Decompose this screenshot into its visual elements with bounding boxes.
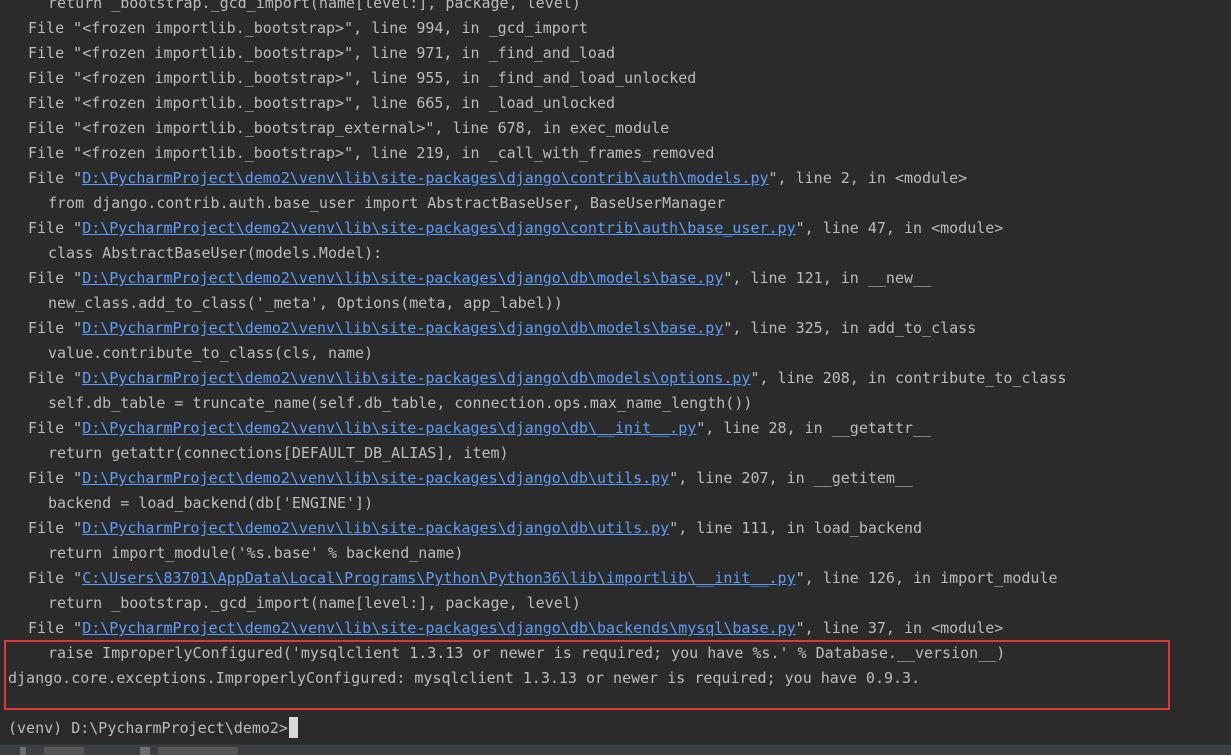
- code-text: return getattr(connections[DEFAULT_DB_AL…: [48, 444, 509, 462]
- file-path-link[interactable]: D:\PycharmProject\demo2\venv\lib\site-pa…: [82, 369, 750, 387]
- toolbar-fragment: [44, 747, 84, 755]
- terminal-output: return _bootstrap._gcd_import(name[level…: [0, 0, 1231, 741]
- traceback-line: return _bootstrap._gcd_import(name[level…: [8, 0, 1231, 16]
- traceback-line: File "<frozen importlib._bootstrap>", li…: [8, 141, 1231, 166]
- traceback-line: self.db_table = truncate_name(self.db_ta…: [8, 391, 1231, 416]
- code-text: return import_module('%s.base' % backend…: [48, 544, 464, 562]
- file-location: ", line 325, in add_to_class: [723, 319, 977, 337]
- traceback-line: return _bootstrap._gcd_import(name[level…: [8, 591, 1231, 616]
- code-text: value.contribute_to_class(cls, name): [48, 344, 374, 362]
- traceback-line: value.contribute_to_class(cls, name): [8, 341, 1231, 366]
- file-prefix: File ": [28, 569, 83, 587]
- file-prefix: File ": [28, 94, 83, 112]
- file-prefix: File ": [28, 44, 83, 62]
- file-path: <frozen importlib._bootstrap_external>: [82, 119, 426, 137]
- file-location: ", line 207, in __getitem__: [669, 469, 914, 487]
- traceback-line: File "D:\PycharmProject\demo2\venv\lib\s…: [8, 466, 1231, 491]
- code-text: from django.contrib.auth.base_user impor…: [48, 194, 726, 212]
- toolbar-fragment: [158, 747, 238, 755]
- file-path-link[interactable]: D:\PycharmProject\demo2\venv\lib\site-pa…: [82, 219, 795, 237]
- file-prefix: File ": [28, 69, 83, 87]
- traceback-line: File "D:\PycharmProject\demo2\venv\lib\s…: [8, 216, 1231, 241]
- file-prefix: File ": [28, 169, 83, 187]
- file-prefix: File ": [28, 219, 83, 237]
- file-path-link[interactable]: D:\PycharmProject\demo2\venv\lib\site-pa…: [82, 269, 723, 287]
- error-highlight-box: [4, 640, 1170, 710]
- file-location: ", line 678, in exec_module: [425, 119, 670, 137]
- file-path: <frozen importlib._bootstrap>: [82, 144, 345, 162]
- traceback-line: File "D:\PycharmProject\demo2\venv\lib\s…: [8, 266, 1231, 291]
- traceback-line: class AbstractBaseUser(models.Model):: [8, 241, 1231, 266]
- file-path-link[interactable]: D:\PycharmProject\demo2\venv\lib\site-pa…: [82, 469, 669, 487]
- file-location: ", line 665, in _load_unlocked: [344, 94, 616, 112]
- toolbar-fragment: [20, 747, 26, 755]
- prompt-text: (venv) D:\PycharmProject\demo2>: [8, 719, 288, 737]
- file-path-link[interactable]: C:\Users\83701\AppData\Local\Programs\Py…: [82, 569, 795, 587]
- file-prefix: File ": [28, 469, 83, 487]
- file-prefix: File ": [28, 319, 83, 337]
- traceback-line: File "D:\PycharmProject\demo2\venv\lib\s…: [8, 516, 1231, 541]
- code-text: self.db_table = truncate_name(self.db_ta…: [48, 394, 753, 412]
- file-path: <frozen importlib._bootstrap>: [82, 44, 345, 62]
- code-text: new_class.add_to_class('_meta', Options(…: [48, 294, 563, 312]
- file-prefix: File ": [28, 369, 83, 387]
- traceback-line: File "<frozen importlib._bootstrap>", li…: [8, 16, 1231, 41]
- text-cursor: [288, 717, 298, 738]
- bottom-toolbar: [0, 744, 1231, 755]
- file-location: ", line 955, in _find_and_load_unlocked: [344, 69, 697, 87]
- traceback-line: return import_module('%s.base' % backend…: [8, 541, 1231, 566]
- file-prefix: File ": [28, 519, 83, 537]
- traceback-line: File "D:\PycharmProject\demo2\venv\lib\s…: [8, 166, 1231, 191]
- file-path-link[interactable]: D:\PycharmProject\demo2\venv\lib\site-pa…: [82, 419, 696, 437]
- traceback-line: File "<frozen importlib._bootstrap>", li…: [8, 91, 1231, 116]
- toolbar-fragment: [140, 747, 150, 755]
- traceback-line: File "<frozen importlib._bootstrap>", li…: [8, 66, 1231, 91]
- traceback-line: File "C:\Users\83701\AppData\Local\Progr…: [8, 566, 1231, 591]
- file-prefix: File ": [28, 19, 83, 37]
- file-location: ", line 111, in load_backend: [669, 519, 923, 537]
- file-location: ", line 121, in __new__: [723, 269, 932, 287]
- file-prefix: File ": [28, 119, 83, 137]
- file-location: ", line 2, in <module>: [768, 169, 968, 187]
- code-text: return _bootstrap._gcd_import(name[level…: [48, 594, 581, 612]
- file-prefix: File ": [28, 619, 83, 637]
- code-text: backend = load_backend(db['ENGINE']): [48, 494, 374, 512]
- file-location: ", line 219, in _call_with_frames_remove…: [344, 144, 715, 162]
- file-path-link[interactable]: D:\PycharmProject\demo2\venv\lib\site-pa…: [82, 319, 723, 337]
- traceback-line: File "D:\PycharmProject\demo2\venv\lib\s…: [8, 316, 1231, 341]
- traceback-line: backend = load_backend(db['ENGINE']): [8, 491, 1231, 516]
- traceback-line: File "D:\PycharmProject\demo2\venv\lib\s…: [8, 616, 1231, 641]
- file-prefix: File ": [28, 419, 83, 437]
- file-location: ", line 126, in import_module: [795, 569, 1058, 587]
- traceback-line: File "D:\PycharmProject\demo2\venv\lib\s…: [8, 416, 1231, 441]
- file-location: ", line 208, in contribute_to_class: [750, 369, 1067, 387]
- traceback-line: from django.contrib.auth.base_user impor…: [8, 191, 1231, 216]
- traceback-line: File "<frozen importlib._bootstrap_exter…: [8, 116, 1231, 141]
- file-path: <frozen importlib._bootstrap>: [82, 69, 345, 87]
- file-location: ", line 28, in __getattr__: [696, 419, 932, 437]
- file-location: ", line 37, in <module>: [795, 619, 1004, 637]
- file-path-link[interactable]: D:\PycharmProject\demo2\venv\lib\site-pa…: [82, 519, 669, 537]
- traceback-line: new_class.add_to_class('_meta', Options(…: [8, 291, 1231, 316]
- file-path: <frozen importlib._bootstrap>: [82, 19, 345, 37]
- file-location: ", line 971, in _find_and_load: [344, 44, 616, 62]
- command-prompt[interactable]: (venv) D:\PycharmProject\demo2>: [8, 716, 1231, 741]
- file-prefix: File ": [28, 269, 83, 287]
- file-location: ", line 994, in _gcd_import: [344, 19, 588, 37]
- file-path-link[interactable]: D:\PycharmProject\demo2\venv\lib\site-pa…: [82, 619, 795, 637]
- traceback-line: return getattr(connections[DEFAULT_DB_AL…: [8, 441, 1231, 466]
- file-path-link[interactable]: D:\PycharmProject\demo2\venv\lib\site-pa…: [82, 169, 768, 187]
- file-prefix: File ": [28, 144, 83, 162]
- file-path: <frozen importlib._bootstrap>: [82, 94, 345, 112]
- code-text: return _bootstrap._gcd_import(name[level…: [48, 0, 581, 12]
- code-text: class AbstractBaseUser(models.Model):: [48, 244, 383, 262]
- traceback-line: File "D:\PycharmProject\demo2\venv\lib\s…: [8, 366, 1231, 391]
- traceback-line: File "<frozen importlib._bootstrap>", li…: [8, 41, 1231, 66]
- file-location: ", line 47, in <module>: [795, 219, 1004, 237]
